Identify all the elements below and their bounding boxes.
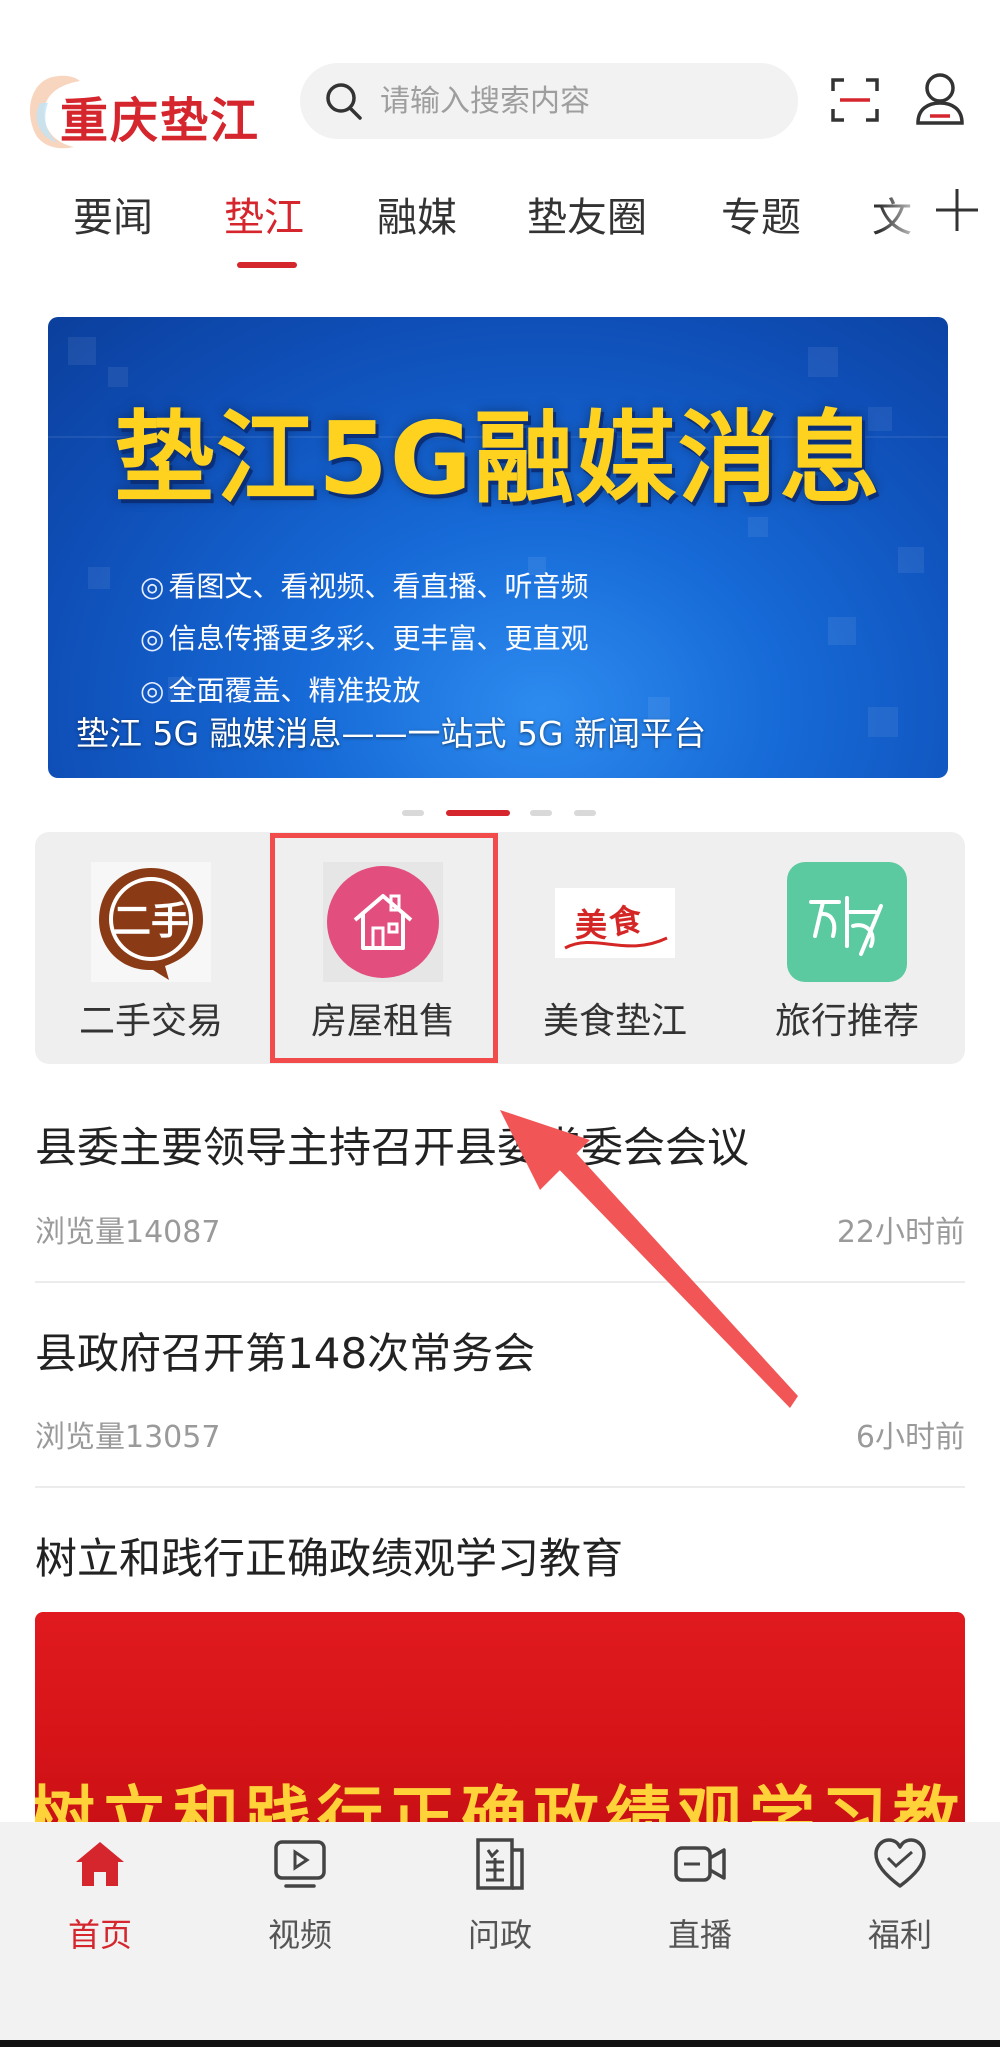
banner-bullet: 全面覆盖、精准投放 [140,669,420,709]
svg-text:食: 食 [607,900,645,942]
active-tab-indicator [237,262,297,268]
heart-icon [874,1838,926,1888]
nav-label: 问政 [467,1916,532,1954]
search-input[interactable] [380,63,780,139]
banner-caption: 垫江 5G 融媒消息——一站式 5G 新闻平台 [76,714,707,753]
system-bottom-edge [0,2040,1000,2047]
logo-text: 重庆垫江 [60,93,261,149]
user-icon[interactable] [914,71,966,125]
app-logo: 重庆垫江 [22,63,262,153]
live-icon [674,1846,726,1882]
tab-dianjiang[interactable]: 垫江 [224,185,304,243]
add-channel-icon[interactable] [932,185,982,235]
svg-text:二手: 二手 [113,899,189,943]
annotation-highlight-box [270,833,498,1063]
carousel-indicator [0,810,1000,820]
service-shortcuts: 二手 二手交易 房屋租售 美 食 美食垫江 旅行推荐 [35,832,965,1064]
service-label: 二手交易 [78,1001,223,1042]
banner-bullet: 信息传播更多彩、更丰富、更直观 [140,617,588,657]
inquiry-icon [476,1838,524,1890]
tab-rongmei[interactable]: 融媒 [377,185,457,243]
nav-video[interactable]: 视频 [200,1822,400,1972]
bottom-navigation: 首页 视频 问政 直播 福利 [0,1822,1000,2047]
nav-welfare[interactable]: 福利 [800,1822,1000,1972]
video-icon [274,1840,326,1888]
banner-carousel[interactable]: 垫江5G融媒消息 看图文、看视频、看直播、听音频 信息传播更多彩、更丰富、更直观… [48,317,948,778]
secondhand-icon: 二手 [91,862,211,982]
banner-title: 垫江5G融媒消息 [114,400,882,517]
news-views: 浏览量14087 [35,1215,221,1250]
news-title[interactable]: 县政府召开第148次常务会 [35,1320,535,1381]
scan-icon[interactable] [830,75,880,125]
travel-icon [787,862,907,982]
nav-inquiry[interactable]: 问政 [400,1822,600,1972]
food-icon: 美 食 [555,888,675,958]
search-icon [326,83,362,120]
news-views: 浏览量13057 [35,1420,221,1455]
news-time: 22小时前 [836,1215,965,1250]
home-icon [76,1842,124,1886]
service-food[interactable]: 美 食 美食垫江 [499,832,731,1064]
service-travel[interactable]: 旅行推荐 [731,832,963,1064]
tab-zhuanti[interactable]: 专题 [721,185,801,243]
banner-bullet: 看图文、看视频、看直播、听音频 [140,565,588,605]
nav-label: 直播 [667,1916,732,1954]
news-title[interactable]: 树立和践行正确政绩观学习教育 [35,1525,623,1586]
carousel-dot[interactable] [402,810,424,816]
tab-yaowen[interactable]: 要闻 [73,185,153,243]
nav-live[interactable]: 直播 [600,1822,800,1972]
news-title[interactable]: 县委主要领导主持召开县委常委会会议 [35,1114,749,1175]
carousel-dot[interactable] [574,810,596,816]
service-label: 美食垫江 [542,1001,687,1042]
nav-home[interactable]: 首页 [0,1822,200,1972]
divider [35,1486,965,1488]
app-header: 重庆垫江 [0,55,1000,155]
nav-label: 视频 [267,1916,332,1954]
nav-label: 福利 [867,1916,932,1954]
news-thumbnail[interactable]: 树立和践行正确政绩观学习教育 [35,1612,965,1832]
divider [35,1281,965,1283]
svg-text:美: 美 [575,906,607,944]
search-bar[interactable] [300,63,798,139]
tab-dianyouquan[interactable]: 垫友圈 [527,185,647,243]
carousel-dot[interactable] [530,810,552,816]
service-secondhand[interactable]: 二手 二手交易 [35,832,267,1064]
app-screen: 重庆垫江 要闻 垫江 融媒 垫友圈 专题 文 [0,0,1000,2047]
news-time: 6小时前 [855,1420,965,1455]
service-label: 旅行推荐 [774,1001,919,1042]
nav-label: 首页 [67,1916,132,1954]
carousel-dot-active[interactable] [446,810,510,816]
channel-tabs: 要闻 垫江 融媒 垫友圈 专题 文 [0,165,1000,285]
